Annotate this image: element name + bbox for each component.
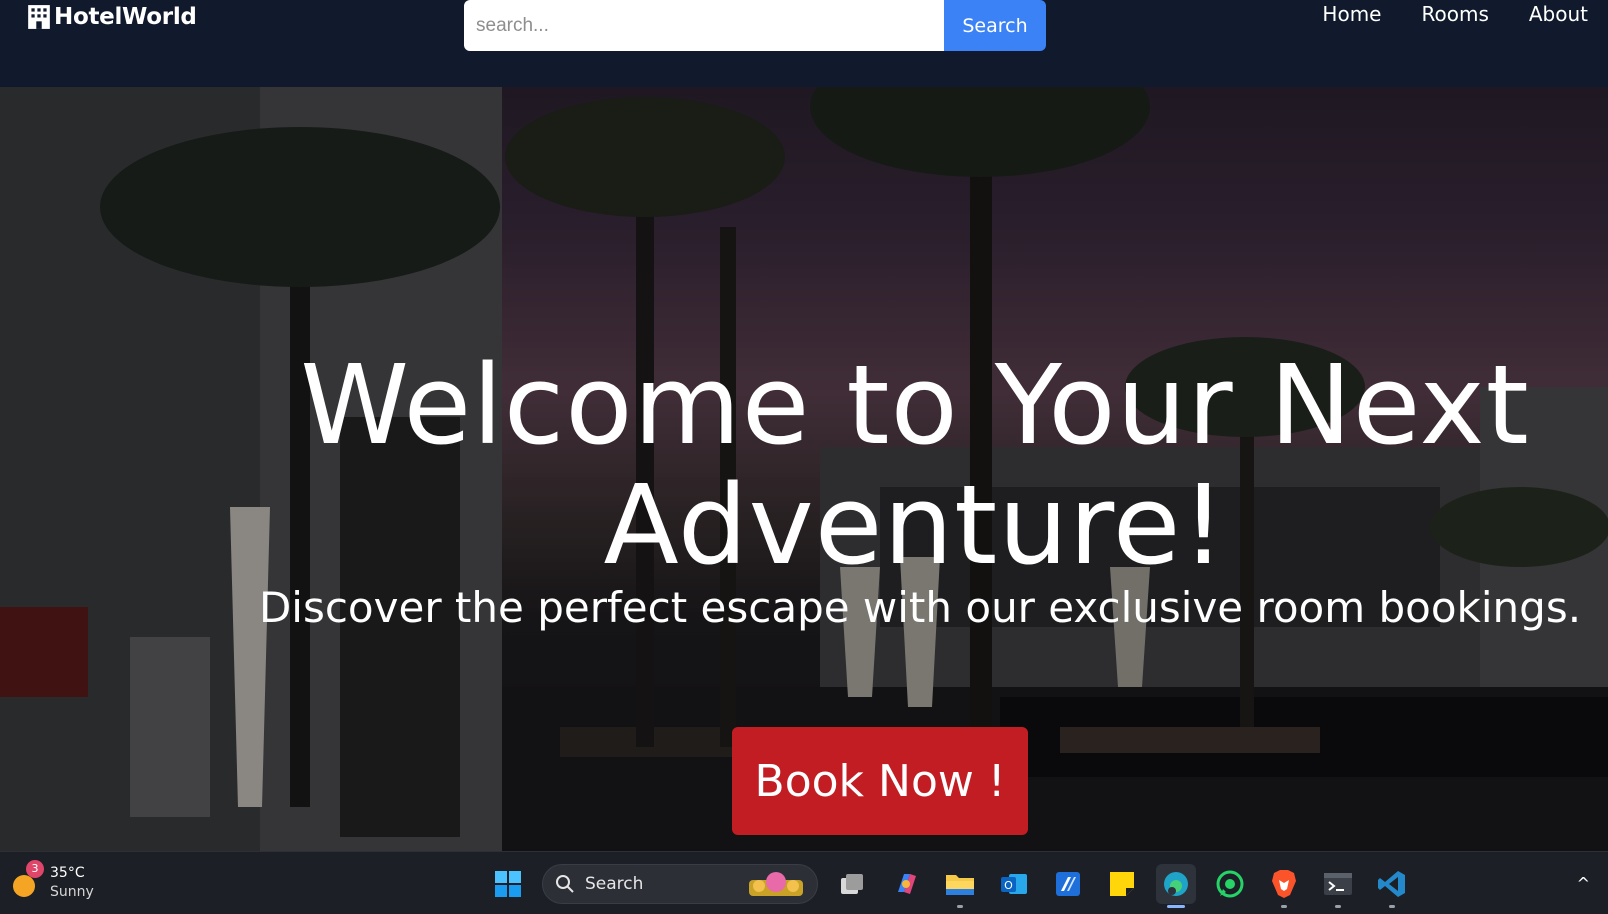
search-icon xyxy=(556,875,574,893)
whatsapp-icon[interactable] xyxy=(1210,864,1250,904)
taskbar-apps: Search O xyxy=(488,862,1412,908)
weather-temperature: 35°C xyxy=(50,865,85,881)
windows-taskbar: 3 35°C Sunny Search O ^ xyxy=(0,851,1608,914)
search-highlight-icon xyxy=(749,872,803,896)
brand-name: HotelWorld xyxy=(54,4,197,30)
svg-text:O: O xyxy=(1004,879,1013,892)
task-view-icon[interactable] xyxy=(832,864,872,904)
edge-icon[interactable] xyxy=(1156,864,1196,908)
weather-condition: Sunny xyxy=(50,884,94,900)
sticky-notes-icon[interactable] xyxy=(1102,864,1142,904)
hero-section: Welcome to Your Next Adventure! Discover… xyxy=(0,87,1608,851)
search-bar: Search xyxy=(464,0,1046,51)
navbar: HotelWorld Search Home Rooms About xyxy=(0,0,1608,87)
taskbar-search-label: Search xyxy=(585,874,644,894)
outlook-icon[interactable]: O xyxy=(994,864,1034,904)
nav-link-home[interactable]: Home xyxy=(1322,2,1381,26)
nav-links: Home Rooms About xyxy=(1322,2,1588,26)
search-input[interactable] xyxy=(464,0,944,51)
nav-link-rooms[interactable]: Rooms xyxy=(1421,2,1488,26)
hero-title: Welcome to Your Next Adventure! xyxy=(300,341,1530,589)
terminal-icon[interactable] xyxy=(1318,864,1358,908)
copilot-icon[interactable] xyxy=(886,864,926,904)
search-button[interactable]: Search xyxy=(944,0,1046,51)
weather-widget[interactable]: 3 35°C Sunny xyxy=(12,860,94,902)
start-icon[interactable] xyxy=(488,864,528,904)
file-explorer-icon[interactable] xyxy=(940,864,980,908)
azure-icon[interactable] xyxy=(1048,864,1088,904)
nav-link-about[interactable]: About xyxy=(1529,2,1588,26)
vscode-icon[interactable] xyxy=(1372,864,1412,908)
brave-icon[interactable] xyxy=(1264,864,1304,908)
taskbar-search[interactable]: Search xyxy=(542,864,818,904)
hotel-building-icon xyxy=(28,5,50,29)
show-hidden-icons-chevron-icon[interactable]: ^ xyxy=(1577,874,1590,893)
hero-subtitle: Discover the perfect escape with our exc… xyxy=(258,583,1582,632)
sun-icon: 3 xyxy=(12,860,44,898)
notification-badge: 3 xyxy=(26,860,44,878)
brand-logo[interactable]: HotelWorld xyxy=(26,2,197,32)
book-now-button[interactable]: Book Now ! xyxy=(732,727,1028,835)
